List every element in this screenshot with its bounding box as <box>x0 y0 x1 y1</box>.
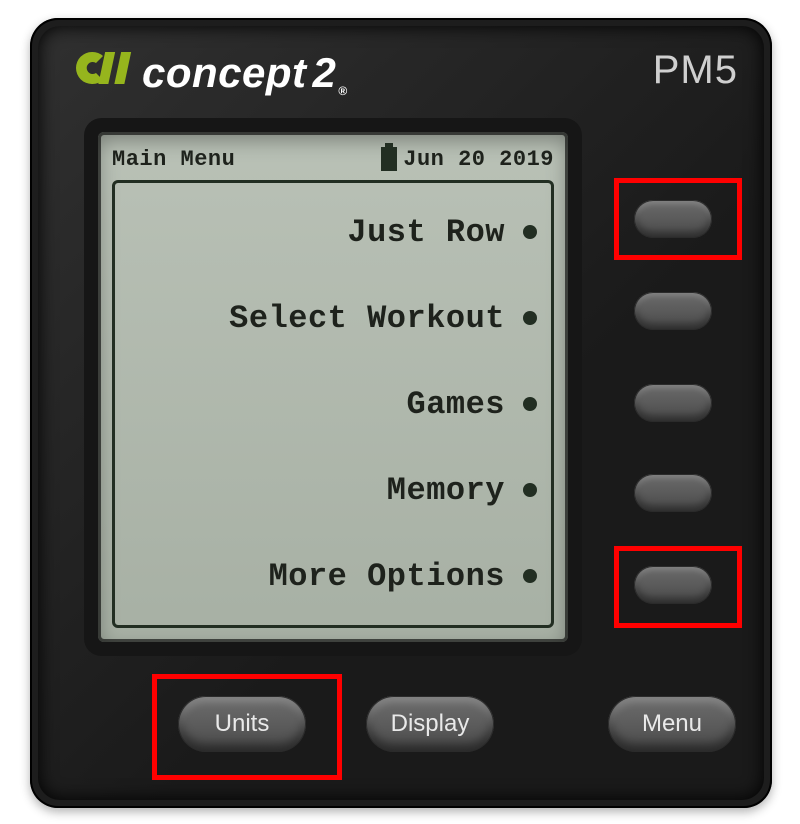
brand-suffix: 2 <box>313 49 337 97</box>
lcd-screen: Main Menu Jun 20 2019 Just Row Select Wo… <box>98 132 568 642</box>
brand-text: concept <box>142 49 307 97</box>
menu-dot-icon <box>523 311 537 325</box>
main-menu-list: Just Row Select Workout Games Memory Mor… <box>229 183 547 625</box>
units-button[interactable]: Units <box>178 696 306 752</box>
concept2-logo-icon <box>72 48 134 98</box>
battery-icon <box>381 147 397 171</box>
brand-logo-area: concept 2 ® <box>72 48 346 98</box>
menu-item-memory[interactable]: Memory <box>229 472 547 509</box>
model-label: PM5 <box>653 48 738 93</box>
side-button-1[interactable] <box>634 200 712 238</box>
menu-item-label: Memory <box>387 472 505 509</box>
screen-date: Jun 20 2019 <box>403 147 554 172</box>
menu-button-label: Menu <box>642 710 702 738</box>
screen-title: Main Menu <box>112 147 235 172</box>
menu-dot-icon <box>523 483 537 497</box>
menu-item-label: Just Row <box>347 214 505 251</box>
menu-item-label: More Options <box>269 558 505 595</box>
menu-item-label: Select Workout <box>229 300 505 337</box>
menu-item-more-options[interactable]: More Options <box>229 558 547 595</box>
side-button-4[interactable] <box>634 474 712 512</box>
menu-item-label: Games <box>406 386 505 423</box>
menu-item-just-row[interactable]: Just Row <box>229 214 547 251</box>
menu-item-games[interactable]: Games <box>229 386 547 423</box>
registered-icon: ® <box>338 84 347 98</box>
menu-button[interactable]: Menu <box>608 696 736 752</box>
side-button-3[interactable] <box>634 384 712 422</box>
menu-dot-icon <box>523 569 537 583</box>
menu-dot-icon <box>523 397 537 411</box>
units-button-label: Units <box>215 710 270 738</box>
side-button-2[interactable] <box>634 292 712 330</box>
lcd-frame: Just Row Select Workout Games Memory Mor… <box>112 180 554 628</box>
menu-item-select-workout[interactable]: Select Workout <box>229 300 547 337</box>
lcd-header: Main Menu Jun 20 2019 <box>112 142 554 176</box>
side-button-5[interactable] <box>634 566 712 604</box>
menu-dot-icon <box>523 225 537 239</box>
display-button-label: Display <box>391 710 470 738</box>
display-button[interactable]: Display <box>366 696 494 752</box>
